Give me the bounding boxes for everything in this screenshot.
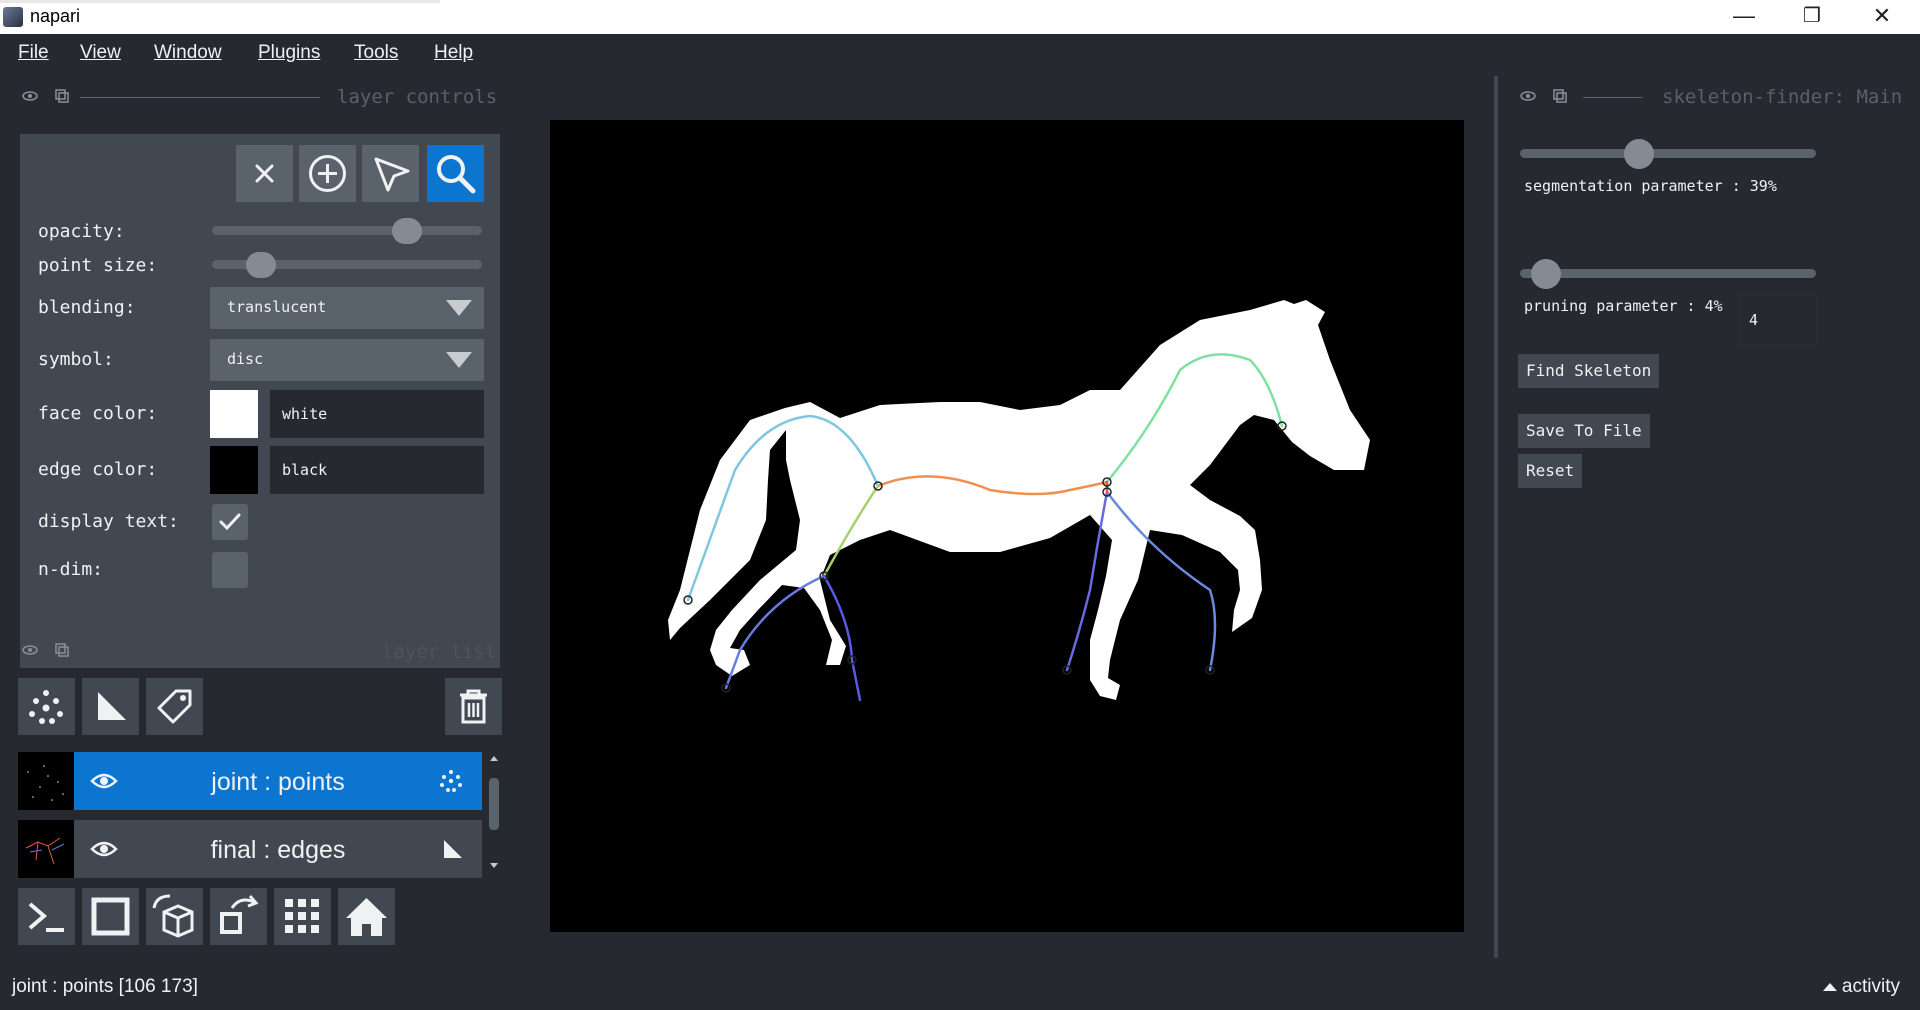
menu-plugins[interactable]: Plugins bbox=[258, 42, 320, 64]
home-button[interactable] bbox=[338, 888, 395, 945]
float-panel-icon[interactable] bbox=[55, 89, 71, 103]
pruning-spinbox-value: 4 bbox=[1749, 311, 1759, 329]
dock-splitter[interactable] bbox=[1494, 76, 1498, 958]
activity-button[interactable]: activity bbox=[1822, 976, 1900, 998]
minimize-button[interactable]: — bbox=[1716, 0, 1772, 34]
reset-button[interactable]: Reset bbox=[1518, 454, 1583, 488]
chevron-down-icon bbox=[446, 300, 472, 316]
face-color-input[interactable]: white bbox=[270, 390, 484, 438]
console-button[interactable] bbox=[18, 888, 75, 945]
find-skeleton-button[interactable]: Find Skeleton bbox=[1518, 354, 1660, 388]
face-color-label: face color: bbox=[38, 403, 158, 424]
blending-value: translucent bbox=[227, 298, 327, 316]
napari-logo-icon bbox=[3, 7, 23, 27]
face-color-swatch[interactable] bbox=[210, 390, 258, 438]
header-divider bbox=[1583, 97, 1643, 98]
delete-selected-button[interactable] bbox=[236, 145, 293, 202]
menu-view[interactable]: View bbox=[80, 42, 121, 64]
segmentation-slider[interactable] bbox=[1520, 149, 1816, 158]
point-size-label: point size: bbox=[38, 255, 158, 276]
symbol-label: symbol: bbox=[38, 349, 114, 370]
layer-body[interactable]: joint : points bbox=[74, 752, 482, 810]
chevron-up-icon bbox=[1822, 983, 1837, 991]
edge-color-swatch[interactable] bbox=[210, 446, 258, 494]
float-panel-icon[interactable] bbox=[1553, 89, 1569, 103]
transpose-dimensions-button[interactable] bbox=[210, 888, 267, 945]
layer-name: joint : points bbox=[211, 768, 345, 796]
header-divider bbox=[80, 97, 320, 98]
points-layer-type-icon bbox=[440, 770, 462, 792]
add-points-button[interactable] bbox=[299, 145, 356, 202]
layer-list-scrollbar[interactable] bbox=[486, 752, 502, 872]
grid-view-button[interactable] bbox=[274, 888, 331, 945]
pan-zoom-button[interactable] bbox=[427, 145, 484, 202]
opacity-slider[interactable] bbox=[212, 226, 482, 235]
pruning-slider[interactable] bbox=[1520, 269, 1816, 278]
symbol-value: disc bbox=[227, 350, 264, 368]
n-dim-label: n-dim: bbox=[38, 559, 104, 580]
layer-thumbnail bbox=[18, 820, 74, 878]
pruning-spinbox[interactable]: 4 bbox=[1738, 294, 1818, 346]
point-size-slider-handle[interactable] bbox=[245, 252, 276, 278]
pruning-slider-handle[interactable] bbox=[1530, 259, 1561, 289]
segmentation-slider-handle[interactable] bbox=[1623, 139, 1654, 169]
menu-tools[interactable]: Tools bbox=[354, 42, 398, 64]
layer-name: final : edges bbox=[210, 836, 346, 864]
display-text-checkbox[interactable] bbox=[212, 504, 248, 540]
n-dim-checkbox[interactable] bbox=[212, 552, 248, 588]
menu-file[interactable]: File bbox=[18, 42, 49, 64]
eye-float-icon[interactable] bbox=[22, 644, 38, 656]
layer-thumbnail bbox=[18, 752, 74, 810]
edge-color-input[interactable]: black bbox=[270, 446, 484, 494]
layer-row-joint-points[interactable]: joint : points bbox=[18, 752, 482, 810]
delete-layer-button[interactable] bbox=[445, 678, 502, 735]
menu-bar: File View Window Plugins Tools Help bbox=[0, 34, 1920, 72]
select-points-button[interactable] bbox=[362, 145, 419, 202]
edge-color-value: black bbox=[282, 461, 328, 479]
status-bar: joint : points [106 173] activity bbox=[0, 968, 1920, 1010]
face-color-value: white bbox=[282, 405, 328, 423]
eye-float-icon[interactable] bbox=[1520, 90, 1536, 102]
menu-help[interactable]: Help bbox=[434, 42, 473, 64]
layer-list-header: layer list bbox=[382, 641, 497, 663]
layer-controls-header: layer controls bbox=[337, 86, 498, 108]
blending-dropdown[interactable]: translucent bbox=[210, 287, 484, 329]
ndisplay-toggle-button[interactable] bbox=[82, 888, 139, 945]
title-bar: napari — ❐ ✕ bbox=[0, 0, 1920, 34]
shapes-layer-type-icon bbox=[444, 840, 462, 858]
opacity-slider-handle[interactable] bbox=[392, 218, 422, 244]
status-text: joint : points [106 173] bbox=[12, 976, 198, 997]
layer-body[interactable]: final : edges bbox=[74, 820, 482, 878]
horse-silhouette-image bbox=[668, 300, 1370, 702]
chevron-down-icon bbox=[446, 352, 472, 368]
blending-label: blending: bbox=[38, 297, 136, 318]
new-points-layer-button[interactable] bbox=[18, 678, 75, 735]
layer-row-final-edges[interactable]: final : edges bbox=[18, 820, 482, 878]
symbol-dropdown[interactable]: disc bbox=[210, 339, 484, 381]
display-text-label: display text: bbox=[38, 511, 179, 532]
roll-dimensions-button[interactable] bbox=[146, 888, 203, 945]
activity-label: activity bbox=[1841, 976, 1900, 997]
window-title: napari bbox=[30, 6, 81, 26]
restore-button[interactable]: ❐ bbox=[1784, 0, 1840, 34]
opacity-label: opacity: bbox=[38, 221, 125, 242]
pruning-label: pruning parameter : 4% bbox=[1524, 297, 1723, 315]
image-canvas[interactable] bbox=[550, 120, 1464, 932]
title-bar-shadow bbox=[0, 0, 440, 3]
new-labels-layer-button[interactable] bbox=[146, 678, 203, 735]
save-to-file-button[interactable]: Save To File bbox=[1518, 414, 1650, 448]
float-panel-icon[interactable] bbox=[55, 643, 71, 657]
segmentation-label: segmentation parameter : 39% bbox=[1524, 177, 1777, 195]
new-shapes-layer-button[interactable] bbox=[82, 678, 139, 735]
close-button[interactable]: ✕ bbox=[1854, 0, 1910, 34]
edge-color-label: edge color: bbox=[38, 459, 158, 480]
eye-float-icon[interactable] bbox=[22, 90, 38, 102]
skeleton-finder-header: skeleton-finder: Main bbox=[1662, 86, 1903, 108]
menu-window[interactable]: Window bbox=[154, 42, 222, 64]
